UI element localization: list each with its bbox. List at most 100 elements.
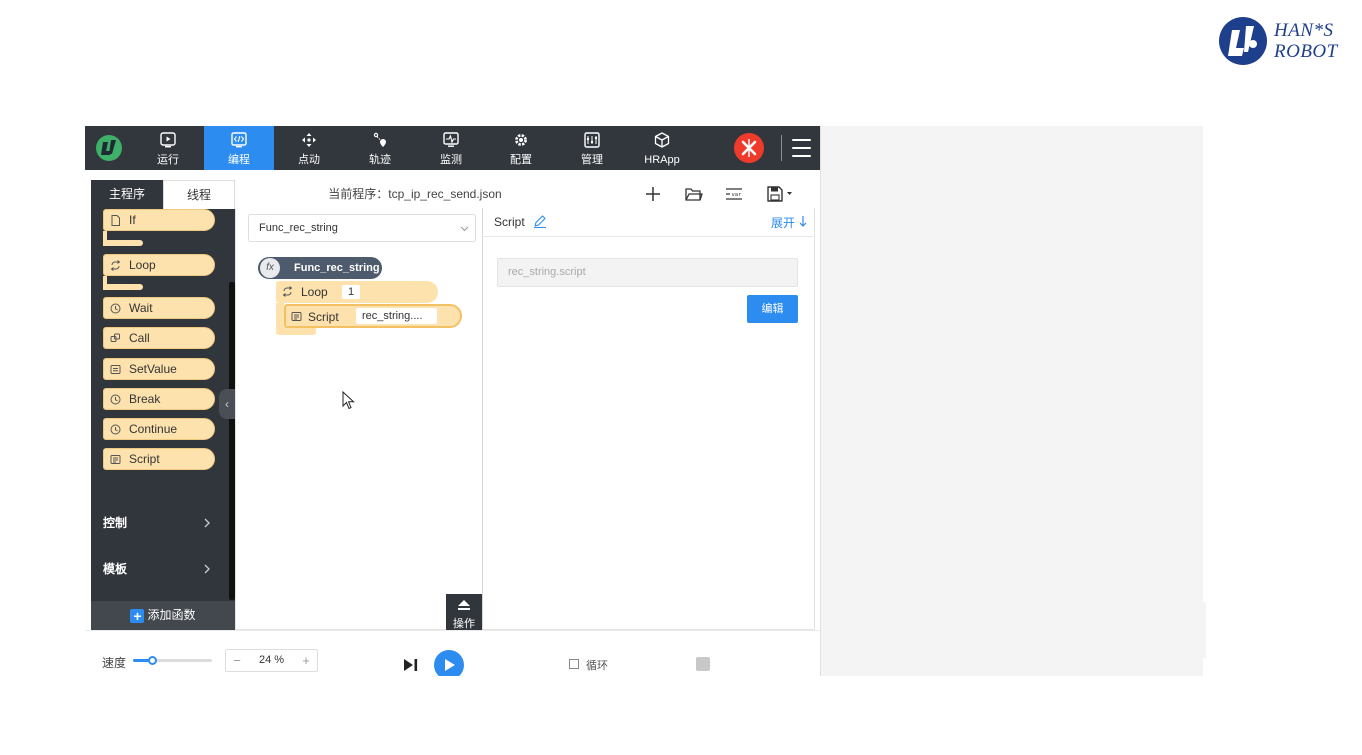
nav-item-config[interactable]: 配置 bbox=[486, 126, 556, 170]
plus-icon: + bbox=[130, 609, 145, 623]
function-select-value: Func_rec_string bbox=[259, 222, 338, 234]
brand-line-2: ROBOT bbox=[1274, 41, 1338, 62]
right-grey-panel-edge bbox=[1203, 602, 1206, 658]
eject-up-icon bbox=[458, 600, 470, 610]
clock-icon bbox=[110, 303, 121, 314]
nav-item-hrapp[interactable]: HRApp bbox=[627, 126, 697, 170]
nav-item-trajectory[interactable]: 轨迹 bbox=[345, 126, 415, 170]
open-program-button[interactable] bbox=[681, 180, 707, 208]
nav-item-run[interactable]: 运行 bbox=[133, 126, 203, 170]
speed-increase-button[interactable]: + bbox=[295, 650, 317, 671]
loop-checkbox[interactable] bbox=[569, 659, 579, 669]
top-navigation-bar: 运行 编程 点动 轨迹 监测 配置 管理 HRApp bbox=[85, 126, 820, 170]
current-program-title: 当前程序：tcp_ip_rec_send.json bbox=[328, 187, 502, 201]
move-arrows-icon bbox=[302, 133, 316, 147]
palette-block-label: Continue bbox=[129, 422, 178, 436]
function-block[interactable]: fx Func_rec_string bbox=[258, 257, 382, 279]
emergency-stop-button[interactable] bbox=[734, 133, 764, 163]
hans-robot-logo: HAN*S ROBOT bbox=[1218, 16, 1352, 68]
block-palette: If Loop Wait Call SetValue Break Continu… bbox=[91, 209, 229, 509]
code-screen-icon bbox=[231, 132, 247, 148]
nav-label-trajectory: 轨迹 bbox=[369, 154, 391, 166]
workspace-loop-block[interactable]: Loop 1 bbox=[276, 281, 438, 303]
property-panel-header: Script 展开 bbox=[482, 208, 815, 237]
stop-program-button[interactable] bbox=[696, 657, 710, 671]
chevron-right-icon bbox=[204, 564, 210, 574]
loop-block-label: Loop bbox=[301, 285, 328, 299]
chevron-left-icon: ‹ bbox=[225, 397, 229, 411]
menu-bar-top bbox=[792, 139, 811, 141]
clock-icon bbox=[110, 424, 121, 435]
palette-block-script[interactable]: Script bbox=[103, 448, 215, 470]
palette-block-loop[interactable]: Loop bbox=[103, 254, 215, 276]
speed-slider-handle[interactable] bbox=[147, 656, 157, 665]
category-control[interactable]: 控制 bbox=[103, 514, 211, 534]
menu-bar-middle bbox=[792, 147, 811, 149]
palette-block-continue[interactable]: Continue bbox=[103, 418, 215, 440]
loop-block-tail bbox=[103, 284, 143, 290]
script-block-value[interactable]: rec_string.... bbox=[356, 308, 437, 324]
manage-icon bbox=[584, 132, 600, 148]
document-icon bbox=[111, 215, 120, 226]
add-function-label: 添加函数 bbox=[147, 608, 196, 622]
nav-label-monitor: 监测 bbox=[440, 154, 462, 166]
nav-item-manage[interactable]: 管理 bbox=[557, 126, 627, 170]
nav-label-jog: 点动 bbox=[298, 154, 320, 166]
script-file-input[interactable]: rec_string.script bbox=[497, 258, 798, 287]
arrow-down-icon[interactable] bbox=[799, 215, 807, 227]
speed-slider[interactable] bbox=[133, 656, 212, 665]
property-panel-title: Script bbox=[494, 215, 525, 229]
tab-main-program[interactable]: 主程序 bbox=[91, 180, 163, 209]
edit-script-button[interactable]: 编辑 bbox=[747, 295, 798, 323]
function-select-dropdown[interactable]: Func_rec_string bbox=[248, 214, 476, 242]
loop-icon bbox=[282, 286, 293, 297]
nav-item-jog[interactable]: 点动 bbox=[274, 126, 344, 170]
pencil-icon[interactable] bbox=[533, 214, 547, 228]
app-logo-icon[interactable] bbox=[95, 134, 123, 162]
speed-stepper: − 24 % + bbox=[225, 649, 318, 672]
workspace-script-block-selected[interactable]: Script rec_string.... bbox=[284, 304, 462, 328]
tab-thread[interactable]: 线程 bbox=[163, 180, 235, 209]
config-gear-icon bbox=[515, 134, 527, 146]
menu-bar-bottom bbox=[792, 155, 811, 157]
collapse-sidebar-button[interactable]: ‹ bbox=[219, 389, 235, 419]
run-program-button[interactable] bbox=[434, 650, 464, 676]
nav-divider bbox=[781, 135, 782, 161]
hamburger-menu-button[interactable] bbox=[791, 136, 813, 160]
palette-block-wait[interactable]: Wait bbox=[103, 297, 215, 319]
call-link-icon bbox=[110, 333, 120, 342]
save-menu-button[interactable] bbox=[763, 180, 797, 208]
palette-block-label: If bbox=[129, 213, 136, 227]
nav-label-run: 运行 bbox=[157, 154, 179, 166]
nav-item-program[interactable]: 编程 bbox=[204, 126, 274, 170]
operations-button[interactable]: 操作 bbox=[446, 594, 482, 630]
variables-button[interactable]: var bbox=[721, 180, 747, 208]
folder-open-icon bbox=[685, 188, 703, 201]
function-fx-icon: fx bbox=[260, 258, 280, 278]
brand-wordmark: HAN*S ROBOT bbox=[1274, 20, 1338, 62]
plus-icon bbox=[646, 187, 660, 201]
robot-programming-app: 运行 编程 点动 轨迹 监测 配置 管理 HRApp 主程序 线程 If Loo… bbox=[85, 126, 821, 676]
speed-decrease-button[interactable]: − bbox=[226, 650, 248, 671]
palette-block-label: SetValue bbox=[129, 362, 177, 376]
palette-block-if[interactable]: If bbox=[103, 209, 215, 231]
speed-value[interactable]: 24 % bbox=[250, 650, 293, 671]
play-icon bbox=[445, 659, 455, 671]
play-screen-icon bbox=[160, 132, 176, 148]
sidebar-tabs: 主程序 线程 bbox=[91, 180, 235, 209]
palette-block-call[interactable]: Call bbox=[103, 327, 215, 349]
palette-block-setvalue[interactable]: SetValue bbox=[103, 358, 215, 380]
step-forward-icon[interactable] bbox=[403, 658, 419, 672]
loop-icon bbox=[110, 260, 121, 271]
script-icon bbox=[291, 312, 302, 321]
loop-count-field[interactable]: 1 bbox=[342, 285, 360, 299]
add-function-button[interactable]: + 添加函数 bbox=[91, 601, 235, 630]
save-disk-icon bbox=[767, 186, 792, 202]
new-program-button[interactable] bbox=[641, 180, 667, 208]
trajectory-icon bbox=[373, 132, 386, 147]
nav-item-monitor[interactable]: 监测 bbox=[416, 126, 486, 170]
expand-button[interactable]: 展开 bbox=[771, 214, 795, 231]
palette-block-break[interactable]: Break bbox=[103, 388, 215, 410]
category-template[interactable]: 模板 bbox=[103, 560, 211, 580]
right-grey-panel bbox=[821, 126, 1203, 676]
